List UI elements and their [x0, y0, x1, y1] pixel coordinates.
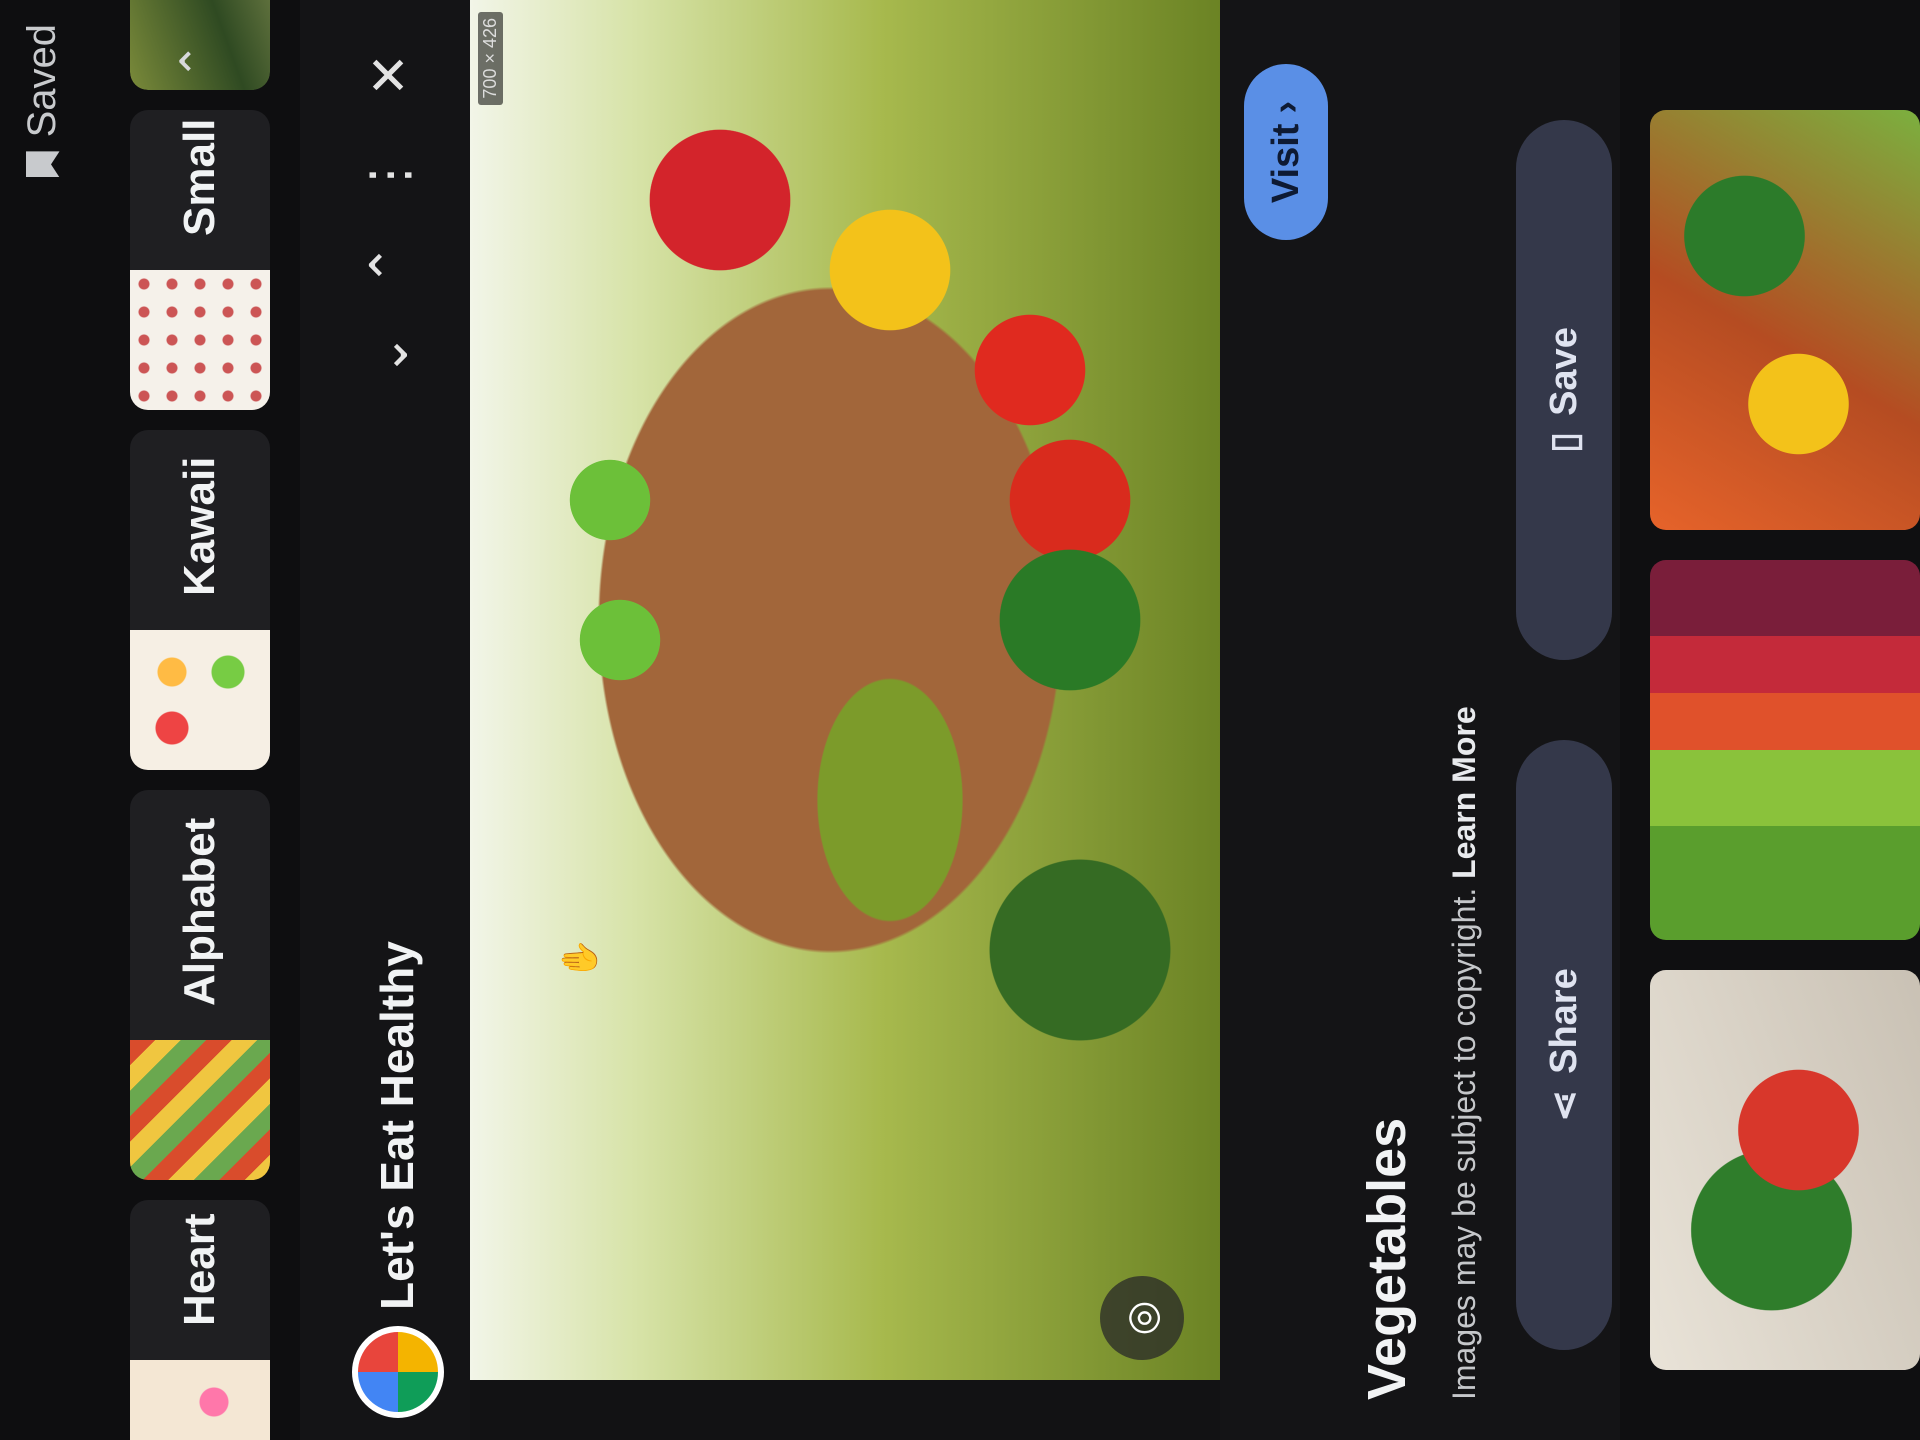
- copyright-text: Images may be subject to copyright.: [1446, 887, 1482, 1400]
- learn-more-link[interactable]: Learn More: [1446, 706, 1482, 878]
- chevron-right-icon: ›: [1264, 100, 1307, 114]
- save-button[interactable]: ▯ Save: [1516, 120, 1612, 660]
- related-searches-bar: Saved Heart Alphabet Kawaii Small ⌃: [0, 0, 300, 1440]
- related-image[interactable]: [1650, 970, 1920, 1370]
- chip-thumbnail: [130, 1360, 270, 1440]
- more-options-icon[interactable]: ⋮: [360, 140, 420, 210]
- image-info-panel: Visit › Vegetables Images may be subject…: [1220, 0, 1620, 1440]
- previous-result-icon[interactable]: ⌃: [360, 230, 420, 300]
- bookmark-icon: ▯: [1543, 431, 1586, 453]
- bookmark-icon: [26, 151, 60, 177]
- next-result-icon[interactable]: ⌄: [360, 320, 420, 390]
- image-title: Vegetables: [1357, 1117, 1417, 1400]
- close-icon[interactable]: ✕: [360, 40, 420, 110]
- image-viewer-screen: Saved Heart Alphabet Kawaii Small ⌃ Let'…: [0, 0, 1920, 1440]
- chip-heart[interactable]: Heart: [130, 1200, 270, 1440]
- visit-label: Visit: [1264, 123, 1307, 204]
- chip-label: Kawaii: [175, 456, 224, 596]
- hand-cursor-icon: ✋: [561, 937, 599, 980]
- chip-thumbnail: [130, 270, 270, 410]
- chip-thumbnail: [130, 630, 270, 770]
- chip-kawaii[interactable]: Kawaii: [130, 430, 270, 770]
- preview-image[interactable]: 700 × 426 ✋ ◎: [470, 0, 1220, 1380]
- share-button[interactable]: ⋖ Share: [1516, 740, 1612, 1350]
- visit-button[interactable]: Visit ›: [1244, 64, 1328, 240]
- related-image[interactable]: [1650, 110, 1920, 530]
- image-dimensions: 700 × 426: [478, 12, 503, 105]
- saved-label: Saved: [20, 24, 64, 138]
- chip-alphabet[interactable]: Alphabet: [130, 790, 270, 1180]
- source-title[interactable]: Let's Eat Healthy: [370, 941, 424, 1310]
- save-label: Save: [1542, 327, 1585, 416]
- chip-label: Small: [175, 118, 224, 236]
- chip-label: Heart: [175, 1213, 224, 1327]
- collapse-chevron-icon[interactable]: ⌃: [170, 42, 224, 81]
- saved-link[interactable]: Saved: [20, 24, 65, 177]
- share-label: Share: [1542, 968, 1585, 1074]
- lens-search-icon[interactable]: ◎: [1100, 1276, 1184, 1360]
- chip-small[interactable]: Small: [130, 110, 270, 410]
- share-icon: ⋖: [1543, 1089, 1586, 1122]
- related-images-grid: [1620, 0, 1920, 1440]
- copyright-note: Images may be subject to copyright. Lear…: [1446, 706, 1483, 1400]
- photo-frame: Saved Heart Alphabet Kawaii Small ⌃ Let'…: [0, 0, 1920, 1440]
- chip-label: Alphabet: [175, 817, 224, 1006]
- chip-thumbnail: [130, 1040, 270, 1180]
- related-image[interactable]: [1650, 560, 1920, 940]
- result-header: Let's Eat Healthy ⌄ ⌃ ⋮ ✕: [300, 0, 470, 1440]
- site-logo-icon[interactable]: [352, 1326, 444, 1418]
